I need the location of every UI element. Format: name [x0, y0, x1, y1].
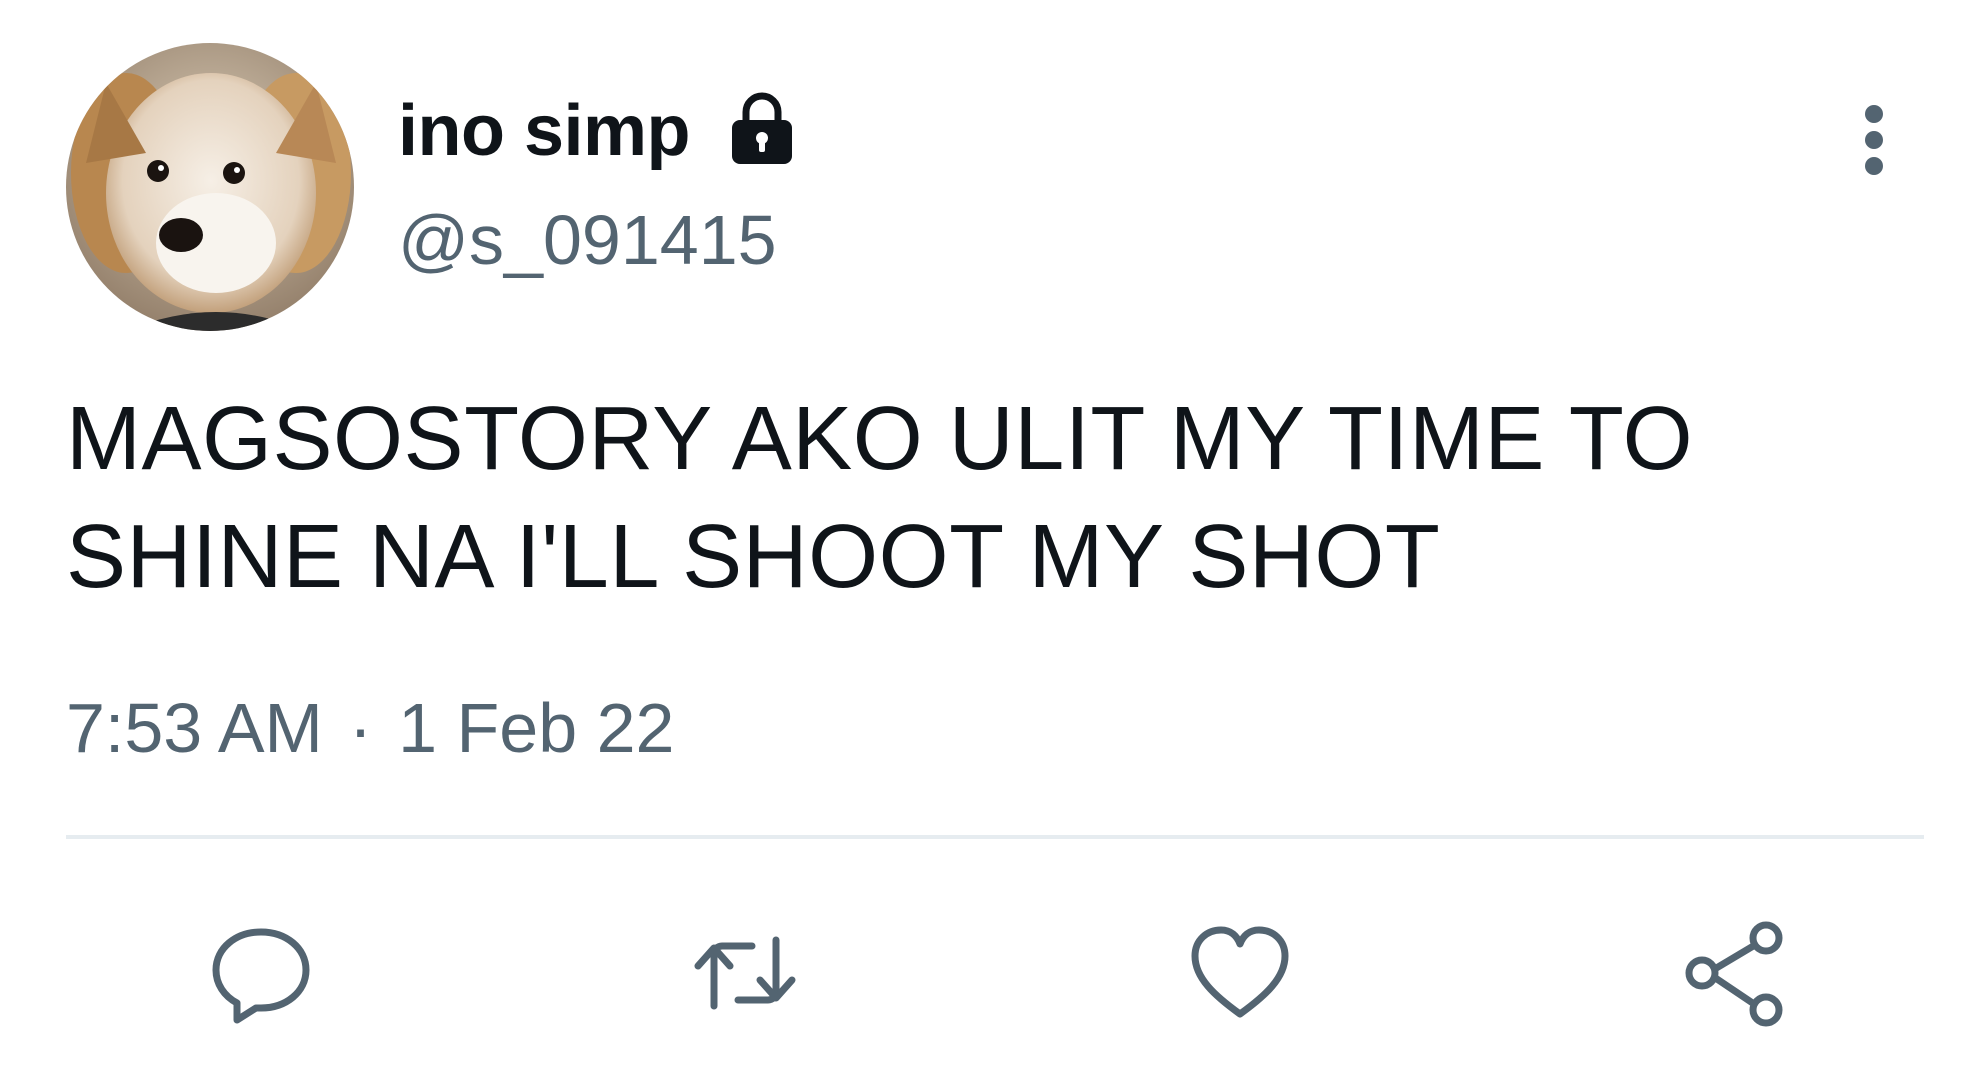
- tweet-time[interactable]: 7:53 AM: [66, 688, 323, 768]
- share-button[interactable]: [1680, 918, 1790, 1028]
- tweet-card: ino simp @s_091415 MAGSOSTORY AKO ULIT M…: [0, 0, 1980, 1080]
- avatar[interactable]: [66, 43, 354, 331]
- meta-separator: ·: [348, 689, 373, 767]
- user-handle[interactable]: @s_091415: [398, 200, 777, 280]
- display-name-row: ino simp: [398, 86, 804, 176]
- like-button[interactable]: [1185, 918, 1295, 1028]
- vertical-dots-icon: [1865, 105, 1883, 175]
- retweet-icon: [694, 936, 796, 1010]
- heart-icon: [1191, 926, 1289, 1018]
- tweet-date[interactable]: 1 Feb 22: [398, 688, 674, 768]
- action-bar: [0, 918, 1980, 1028]
- speech-bubble-icon: [212, 928, 310, 1024]
- more-options-button[interactable]: [1844, 100, 1904, 180]
- lock-icon: [732, 92, 793, 164]
- tweet-text: MAGSOSTORY AKO ULIT MY TIME TO SHINE NA …: [66, 389, 1694, 607]
- divider: [66, 835, 1924, 839]
- dog-avatar-image: [66, 43, 354, 331]
- share-icon: [1685, 921, 1783, 1027]
- tweet-meta: 7:53 AM · 1 Feb 22: [66, 688, 674, 768]
- retweet-button[interactable]: [690, 918, 800, 1028]
- display-name[interactable]: ino simp: [398, 90, 691, 172]
- reply-button[interactable]: [206, 918, 316, 1028]
